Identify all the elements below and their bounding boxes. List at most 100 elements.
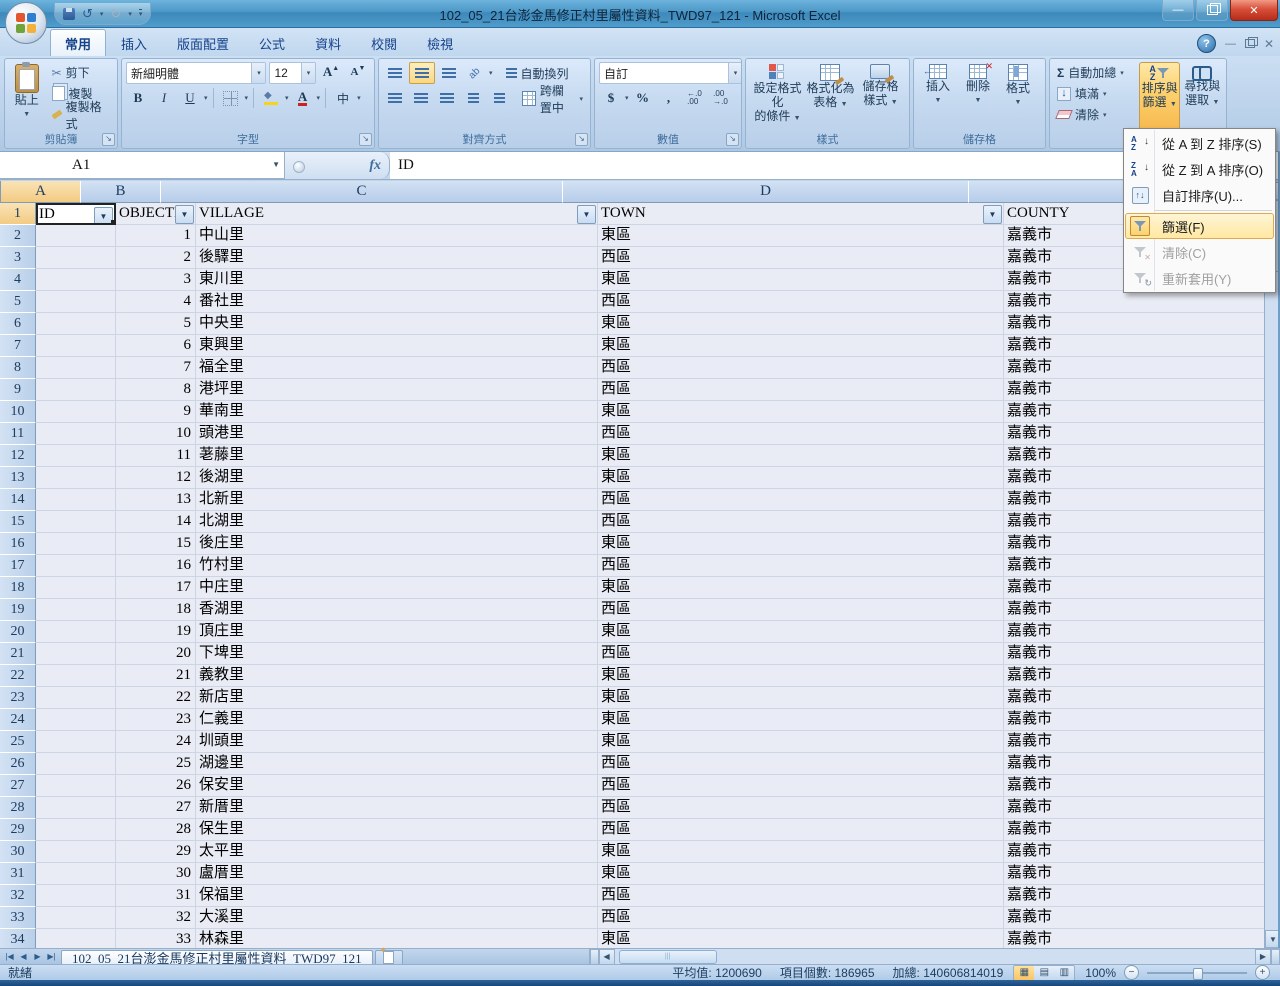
- cell[interactable]: 10: [116, 423, 196, 445]
- align-right-button[interactable]: [435, 89, 459, 109]
- page-layout-view-button[interactable]: ▤: [1034, 966, 1054, 980]
- cell[interactable]: 下埤里: [196, 643, 598, 665]
- sort-filter-button[interactable]: AZ 排序與 篩選 ▼: [1139, 62, 1181, 133]
- cell[interactable]: [36, 225, 116, 247]
- cell[interactable]: [36, 445, 116, 467]
- filter-dropdown-icon[interactable]: ▼: [175, 205, 194, 224]
- row-header[interactable]: 25: [0, 731, 36, 753]
- cell[interactable]: [36, 885, 116, 907]
- font-dialog-launcher-icon[interactable]: ↘: [359, 133, 372, 146]
- cell[interactable]: 東區: [598, 335, 1004, 357]
- cell[interactable]: 23: [116, 709, 196, 731]
- cell[interactable]: 後湖里: [196, 467, 598, 489]
- shrink-font-button[interactable]: A▼: [346, 62, 370, 82]
- cell[interactable]: 林森里: [196, 929, 598, 948]
- cell[interactable]: 嘉義市: [1004, 489, 1264, 511]
- phonetic-button[interactable]: 中: [331, 88, 355, 108]
- cell[interactable]: 12: [116, 467, 196, 489]
- zoom-slider[interactable]: [1147, 972, 1247, 974]
- cell[interactable]: 西區: [598, 907, 1004, 929]
- cell[interactable]: [36, 709, 116, 731]
- cell[interactable]: 嘉義市: [1004, 599, 1264, 621]
- cell[interactable]: 西區: [598, 643, 1004, 665]
- cell[interactable]: [36, 401, 116, 423]
- cell[interactable]: 東區: [598, 709, 1004, 731]
- filter-dropdown-icon[interactable]: ▼: [577, 205, 596, 224]
- underline-button[interactable]: U: [178, 88, 202, 108]
- alignment-dialog-launcher-icon[interactable]: ↘: [575, 133, 588, 146]
- cell[interactable]: 嘉義市: [1004, 313, 1264, 335]
- row-header[interactable]: 9: [0, 379, 36, 401]
- cell[interactable]: 嘉義市: [1004, 709, 1264, 731]
- close-button[interactable]: ✕: [1230, 0, 1278, 21]
- number-format-combo[interactable]: 自訂▾: [599, 62, 742, 84]
- cell[interactable]: 嘉義市: [1004, 577, 1264, 599]
- cell[interactable]: [36, 753, 116, 775]
- decrease-indent-button[interactable]: [461, 89, 485, 109]
- cell[interactable]: 4: [116, 291, 196, 313]
- row-header[interactable]: 31: [0, 863, 36, 885]
- cut-button[interactable]: ✂ 剪下: [49, 62, 113, 83]
- row-header[interactable]: 22: [0, 665, 36, 687]
- ribbon-tab-1[interactable]: 插入: [106, 29, 162, 56]
- cell[interactable]: [36, 269, 116, 291]
- align-middle-button[interactable]: [409, 62, 435, 84]
- minimize-button[interactable]: —: [1162, 0, 1194, 21]
- cell[interactable]: 西區: [598, 379, 1004, 401]
- scroll-left-icon[interactable]: ◀: [599, 949, 615, 965]
- cell[interactable]: 2: [116, 247, 196, 269]
- help-icon[interactable]: ?: [1197, 34, 1216, 53]
- cell[interactable]: 東川里: [196, 269, 598, 291]
- cell[interactable]: [36, 819, 116, 841]
- cell[interactable]: 西區: [598, 885, 1004, 907]
- cell[interactable]: 18: [116, 599, 196, 621]
- decrease-decimal-button[interactable]: .00 →.0: [709, 88, 733, 108]
- cell[interactable]: 3: [116, 269, 196, 291]
- align-bottom-button[interactable]: [437, 63, 461, 83]
- insert-cells-button[interactable]: ← 插入▼: [918, 62, 958, 133]
- normal-view-button[interactable]: ▦: [1014, 966, 1034, 980]
- last-sheet-icon[interactable]: ▶|: [45, 950, 58, 963]
- cell[interactable]: 圳頭里: [196, 731, 598, 753]
- cell[interactable]: 28: [116, 819, 196, 841]
- ribbon-tab-5[interactable]: 校閱: [356, 29, 412, 56]
- delete-cells-button[interactable]: ✕ 刪除▼: [958, 62, 998, 133]
- page-break-view-button[interactable]: ▥: [1054, 966, 1074, 980]
- row-header[interactable]: 32: [0, 885, 36, 907]
- cell[interactable]: 7: [116, 357, 196, 379]
- row-header[interactable]: 29: [0, 819, 36, 841]
- cell[interactable]: 荖藤里: [196, 445, 598, 467]
- ribbon-tab-3[interactable]: 公式: [244, 29, 300, 56]
- cell[interactable]: 13: [116, 489, 196, 511]
- row-header[interactable]: 15: [0, 511, 36, 533]
- cell[interactable]: [36, 467, 116, 489]
- cell[interactable]: 西區: [598, 489, 1004, 511]
- cell[interactable]: [36, 731, 116, 753]
- number-dialog-launcher-icon[interactable]: ↘: [726, 133, 739, 146]
- fill-color-button[interactable]: ◆: [259, 88, 283, 108]
- cell[interactable]: 29: [116, 841, 196, 863]
- cell[interactable]: 頂庄里: [196, 621, 598, 643]
- row-header[interactable]: 14: [0, 489, 36, 511]
- cell[interactable]: 港坪里: [196, 379, 598, 401]
- cell[interactable]: 西區: [598, 357, 1004, 379]
- cell[interactable]: [36, 247, 116, 269]
- cell[interactable]: 嘉義市: [1004, 907, 1264, 929]
- cell[interactable]: 嘉義市: [1004, 533, 1264, 555]
- cell[interactable]: 嘉義市: [1004, 797, 1264, 819]
- cell[interactable]: 嘉義市: [1004, 819, 1264, 841]
- cell[interactable]: 西區: [598, 423, 1004, 445]
- format-as-table-button[interactable]: 格式化為 表格 ▼: [805, 62, 856, 133]
- column-header-C[interactable]: C: [161, 181, 563, 203]
- cell[interactable]: 東區: [598, 621, 1004, 643]
- hscroll-split-handle[interactable]: [1271, 949, 1280, 965]
- cell[interactable]: 32: [116, 907, 196, 929]
- cell[interactable]: 西區: [598, 291, 1004, 313]
- filter-dropdown-icon[interactable]: ▼: [983, 205, 1002, 224]
- align-left-button[interactable]: [383, 89, 407, 109]
- cell[interactable]: 8: [116, 379, 196, 401]
- first-sheet-icon[interactable]: |◀: [3, 950, 16, 963]
- cell[interactable]: [36, 775, 116, 797]
- tab-split-handle[interactable]: [590, 949, 599, 965]
- cell[interactable]: 嘉義市: [1004, 775, 1264, 797]
